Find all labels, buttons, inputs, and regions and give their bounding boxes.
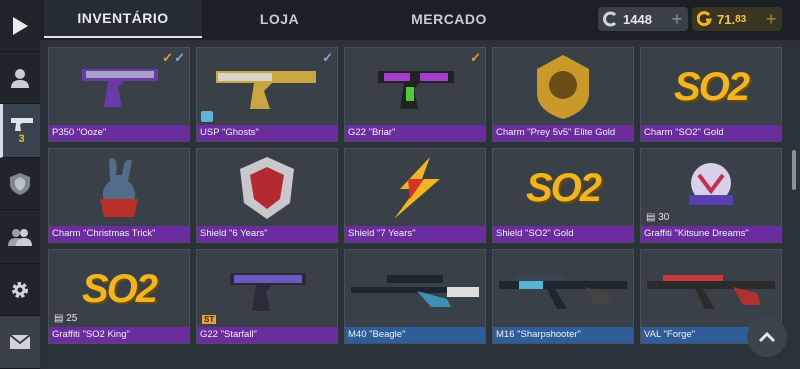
item-quantity: ▤ 25 — [54, 313, 77, 324]
scrollbar[interactable] — [792, 150, 796, 190]
item-quantity-value: 30 — [658, 212, 670, 223]
play-icon — [13, 16, 28, 35]
inventory-item-card[interactable]: ✓ G22 "Briar" — [344, 47, 486, 142]
settings-button[interactable] — [0, 264, 40, 316]
gold-currency: 71. 83 + — [692, 7, 782, 31]
gold-coin-icon — [697, 11, 712, 27]
silver-coin-icon — [603, 11, 617, 27]
item-name: Shield "SO2" Gold — [493, 226, 633, 242]
gear-icon — [12, 281, 28, 298]
inventory-item-card[interactable]: ▤ 30 Graffiti "Kitsune Dreams" — [640, 148, 782, 243]
inventory-item-card[interactable]: ST G22 "Starfall" — [196, 249, 338, 344]
item-image — [197, 48, 337, 126]
top-bar: INVENTÁRIO LOJA MERCADO 1448 + 71. 83 + — [40, 0, 800, 40]
item-logo-text: SO2 — [81, 266, 158, 311]
inventory-item-card[interactable]: M40 "Beagle" — [344, 249, 486, 344]
item-image — [493, 48, 633, 126]
item-logo-text: SO2 — [673, 64, 750, 109]
stack-icon: ▤ — [54, 313, 64, 324]
item-image — [345, 149, 485, 227]
item-image — [641, 250, 781, 328]
friends-button[interactable] — [0, 210, 40, 264]
item-name: Graffiti "SO2 King" — [49, 327, 189, 343]
item-image: SO2 — [641, 48, 781, 126]
item-name: Charm "Christmas Trick" — [49, 226, 189, 242]
tab-loja[interactable]: LOJA — [202, 0, 357, 38]
item-name: P350 "Ooze" — [49, 125, 189, 141]
inventory-item-card[interactable]: Shield "7 Years" — [344, 148, 486, 243]
silver-currency: 1448 + — [598, 7, 688, 31]
item-name: M16 "Sharpshooter" — [493, 327, 633, 343]
item-image — [345, 250, 485, 328]
stack-icon: ▤ — [646, 212, 656, 223]
collection-badge-icon — [201, 111, 213, 122]
play-button[interactable] — [0, 0, 40, 52]
item-name: Shield "6 Years" — [197, 226, 337, 242]
inventory-count: 3 — [18, 133, 25, 145]
inventory-item-card[interactable]: ✓ USP "Ghosts" — [196, 47, 338, 142]
item-quantity: ▤ 30 — [646, 212, 669, 223]
inventory-item-card[interactable]: SO2 Shield "SO2" Gold — [492, 148, 634, 243]
item-name: G22 "Briar" — [345, 125, 485, 141]
blue-check-icon: ✓ — [174, 50, 185, 65]
item-image: SO2 — [493, 149, 633, 227]
blue-check-icon: ✓ — [322, 50, 333, 65]
inventory-item-card[interactable]: Shield "6 Years" — [196, 148, 338, 243]
sidebar: 3 — [0, 0, 40, 369]
inventory-item-card[interactable]: M16 "Sharpshooter" — [492, 249, 634, 344]
item-image — [197, 149, 337, 227]
inventory-item-card[interactable]: Charm "Christmas Trick" — [48, 148, 190, 243]
silver-amount: 1448 — [623, 11, 652, 27]
rank-shield-icon — [10, 172, 30, 195]
item-quantity-value: 25 — [66, 313, 78, 324]
inventory-grid: ✓ ✓ P350 "Ooze" ✓ USP "Ghosts" ✓ G22 "Briar" Ch… — [48, 44, 800, 369]
inventory-item-card[interactable]: SO2 ▤ 25 Graffiti "SO2 King" — [48, 249, 190, 344]
item-image — [493, 250, 633, 328]
gold-amount-cents: 83 — [735, 13, 747, 25]
item-name: M40 "Beagle" — [345, 327, 485, 343]
profile-icon — [11, 68, 29, 88]
inventory-button[interactable]: 3 — [0, 104, 40, 158]
item-image — [197, 250, 337, 328]
chevron-up-icon — [758, 331, 776, 343]
scroll-up-button[interactable] — [747, 317, 787, 357]
profile-button[interactable] — [0, 52, 40, 104]
item-name: Charm "Prey 5v5" Elite Gold — [493, 125, 633, 141]
stattrack-badge: ST — [202, 315, 217, 324]
pistol-icon — [10, 118, 33, 131]
mail-icon — [10, 335, 30, 349]
inventory-item-card[interactable]: ✓ ✓ P350 "Ooze" — [48, 47, 190, 142]
item-name: G22 "Starfall" — [197, 327, 337, 343]
gold-amount: 71. — [717, 11, 736, 27]
tab-mercado[interactable]: MERCADO — [357, 0, 541, 38]
item-name: Graffiti "Kitsune Dreams" — [641, 226, 781, 242]
friends-icon — [8, 228, 32, 246]
item-name: Charm "SO2" Gold — [641, 125, 781, 141]
add-gold-button[interactable]: + — [760, 7, 782, 31]
gold-check-icon: ✓ — [162, 50, 173, 65]
item-logo-text: SO2 — [525, 165, 602, 210]
gold-check-icon: ✓ — [470, 50, 481, 65]
item-name: USP "Ghosts" — [197, 125, 337, 141]
item-name: Shield "7 Years" — [345, 226, 485, 242]
add-silver-button[interactable]: + — [666, 7, 688, 31]
inventory-item-card[interactable]: SO2 Charm "SO2" Gold — [640, 47, 782, 142]
item-image — [49, 149, 189, 227]
rank-button[interactable] — [0, 158, 40, 210]
item-image — [345, 48, 485, 126]
tab-inventario[interactable]: INVENTÁRIO — [44, 0, 202, 38]
mail-button[interactable] — [0, 316, 40, 369]
inventory-item-card[interactable]: Charm "Prey 5v5" Elite Gold — [492, 47, 634, 142]
